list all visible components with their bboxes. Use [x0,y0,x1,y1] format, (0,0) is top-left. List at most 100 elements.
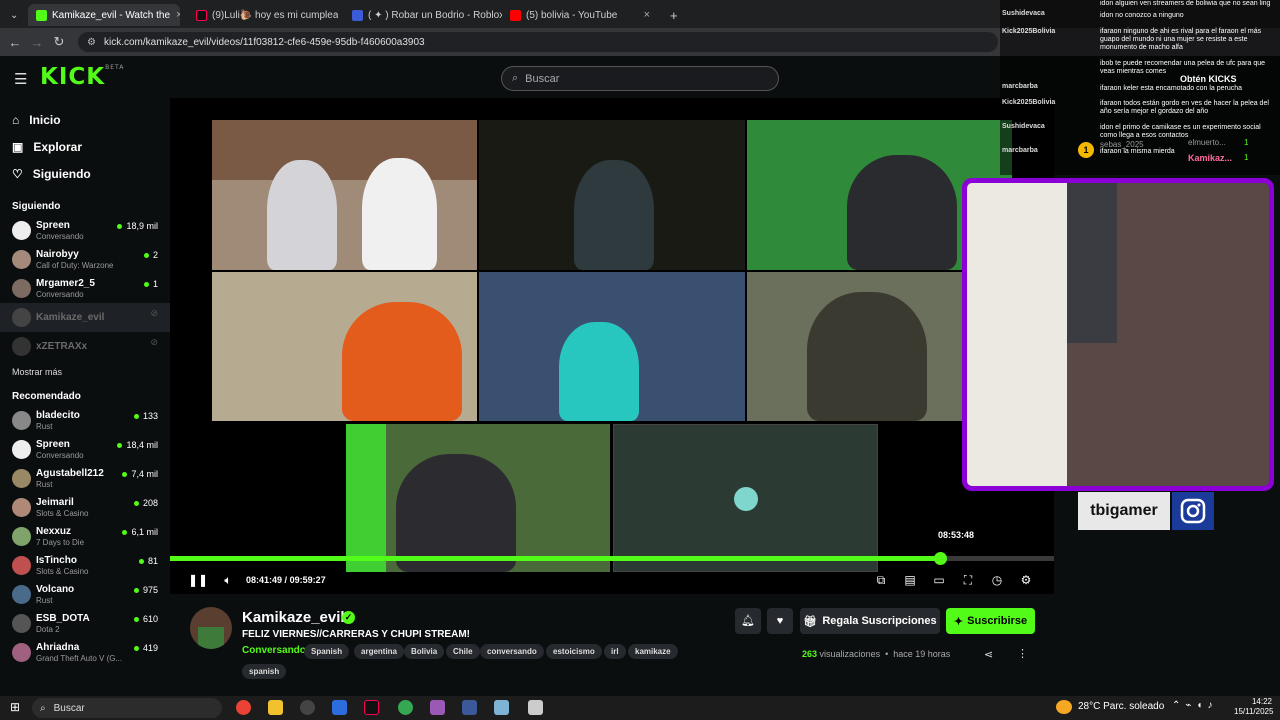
recommended-channel[interactable]: Agustabell212 Rust 7,4 mil [0,464,170,493]
recommended-channel[interactable]: ESB_DOTA Dota 2 610 [0,609,170,638]
tab-kick[interactable]: Kamikaze_evil - Watch the × [28,4,180,26]
tag-chip[interactable]: Chile [446,644,480,659]
obs-icon[interactable] [300,700,315,715]
seek-handle[interactable] [933,552,947,565]
following-channel-offline[interactable]: Kamikaze_evil ⊘ [0,303,170,332]
menu-icon[interactable]: ☰ [14,70,27,88]
tab-youtube[interactable]: (5) bolivia - YouTube × [502,4,658,26]
calculator-icon[interactable] [528,700,543,715]
following-channel-offline[interactable]: xZETRAXx ⊘ [0,332,170,361]
category-link[interactable]: Conversando [242,645,306,656]
weather-widget[interactable]: 28°C Parc. soleado [1078,701,1164,712]
tab-label: (5) bolivia - YouTube [526,9,618,21]
volume-icon[interactable]: 🔈︎ [216,573,240,588]
tiktok-icon[interactable] [364,700,379,715]
tag-chip[interactable]: Spanish [304,644,350,659]
reload-icon[interactable]: ↻ [48,34,70,50]
url-field[interactable]: ⚙ kick.com/kamikaze_evil/videos/11f03812… [78,32,998,52]
app-icon[interactable] [332,700,347,715]
logo-text: KICK [40,64,106,90]
tab-roblox[interactable]: ( ✦ ) Robar un Bodrio - Roblox × [344,4,502,26]
recommended-list: bladecito Rust 133 Spreen Conversando 18… [0,406,170,667]
follow-heart-icon[interactable]: ♥ [767,608,793,634]
system-tray-icons[interactable]: ⌃⌁◖♪ [1172,700,1217,711]
tag-chip[interactable]: conversando [480,644,544,659]
viewer-count-text: 6,1 mil [131,527,158,537]
fullscreen-icon[interactable]: ⛶ [956,573,980,588]
channel-category: Rust [36,480,53,489]
site-info-icon[interactable]: ⚙ [87,37,96,48]
picture-in-picture-icon[interactable]: ⧉ [869,573,893,588]
search-input[interactable]: ⌕ Buscar [501,66,779,91]
brick-wall [212,120,477,180]
tab-label: ( ✦ ) Robar un Bodrio - Roblox [368,9,502,21]
kick-logo[interactable]: KICKBETA [40,64,124,90]
tab-close-icon[interactable]: × [638,9,650,21]
app-icon[interactable] [430,700,445,715]
recommended-channel[interactable]: Nexxuz 7 Days to Die 6,1 mil [0,522,170,551]
show-more-link[interactable]: Mostrar más [0,367,170,377]
chrome-profile-icon[interactable] [398,700,413,715]
live-dot-icon [117,442,123,448]
notification-bell-icon[interactable]: 🔔︎ [735,608,761,634]
nav-home[interactable]: ⌂ Inicio [0,106,170,133]
recommended-channel[interactable]: Volcano Rust 975 [0,580,170,609]
following-channel[interactable]: Spreen Conversando 18,9 mil [0,216,170,245]
taskbar-search-input[interactable]: ⌕ Buscar [32,698,222,718]
tag-chip[interactable]: kamikaze [628,644,678,659]
tab-search-button[interactable]: ⌄ [2,4,24,26]
theater-mode-icon[interactable]: ▭ [927,573,951,587]
tab-tiktok[interactable]: (9)Luli🐌 hoy es mi cumpleaño × [188,4,338,26]
clip-icon[interactable]: ▤ [898,573,922,587]
subscribe-button[interactable]: ✦ Suscribirse [946,608,1035,634]
tag-chip[interactable]: Bolivia [404,644,445,659]
app-icon[interactable] [462,700,477,715]
playback-speed-icon[interactable]: ◷ [985,573,1009,587]
more-options-icon[interactable]: ⋮ [1017,647,1028,660]
recommended-channel[interactable]: Spreen Conversando 18,4 mil [0,435,170,464]
gift-subs-button[interactable]: 🎁︎ Regala Suscripciones [800,608,940,634]
viewer-count: 18,4 mil [117,440,158,450]
file-explorer-icon[interactable] [268,700,283,715]
temperature: 28°C [1078,701,1101,712]
recommended-channel[interactable]: bladecito Rust 133 [0,406,170,435]
recommended-channel[interactable]: IsTincho Slots & Casino 81 [0,551,170,580]
chrome-icon[interactable] [236,700,251,715]
pause-icon[interactable]: ❚❚ [186,573,210,587]
avatar [12,440,31,459]
following-channel[interactable]: Mrgamer2_5 Conversando 1 [0,274,170,303]
recommended-channel[interactable]: Jeimaril Slots & Casino 208 [0,493,170,522]
new-tab-button[interactable]: + [662,4,682,26]
tag-chip[interactable]: spanish [242,664,287,679]
following-channel[interactable]: Nairobyy Call of Duty: Warzone 2 [0,245,170,274]
windows-start-icon[interactable]: ⊞ [10,700,20,714]
clock[interactable]: 14:22 15/11/2025 [1234,697,1273,717]
tag-chip[interactable]: estoicismo [546,644,602,659]
nav-following[interactable]: ♡ Siguiendo [0,160,170,187]
channel-avatar[interactable] [190,607,232,649]
avatar [12,614,31,633]
settings-gear-icon[interactable]: ⚙ [1014,573,1038,587]
video-player[interactable] [170,98,1054,594]
person-figure [396,454,516,572]
recommended-channel[interactable]: Ahriadna Grand Theft Auto V (G... 419 [0,638,170,667]
app-icon[interactable] [494,700,509,715]
time-separator: / [284,575,288,585]
tag-chip[interactable]: irl [604,644,626,659]
share-icon[interactable]: ⋖ [984,648,993,661]
sparkle-icon: ✦ [953,615,964,628]
nav-explore[interactable]: ▣ Explorar [0,133,170,160]
channel-category: Rust [36,596,53,605]
compass-icon: ▣ [12,139,24,154]
forward-icon[interactable]: → [26,35,48,50]
gift-label: Regala Suscripciones [822,615,937,627]
player-controls: ❚❚ 🔈︎ 08:41:49 / 09:59:27 ⧉ ▤ ▭ ⛶ ◷ ⚙ [170,568,1054,592]
tiktok-favicon-icon [196,9,207,21]
channel-name[interactable]: Kamikaze_evil [242,609,345,626]
tag-chip[interactable]: argentina [354,644,405,659]
seek-bar[interactable] [170,552,1054,565]
avatar [12,279,31,298]
back-icon[interactable]: ← [4,35,26,50]
tab-close-icon[interactable]: × [170,9,180,21]
avatar [12,221,31,240]
